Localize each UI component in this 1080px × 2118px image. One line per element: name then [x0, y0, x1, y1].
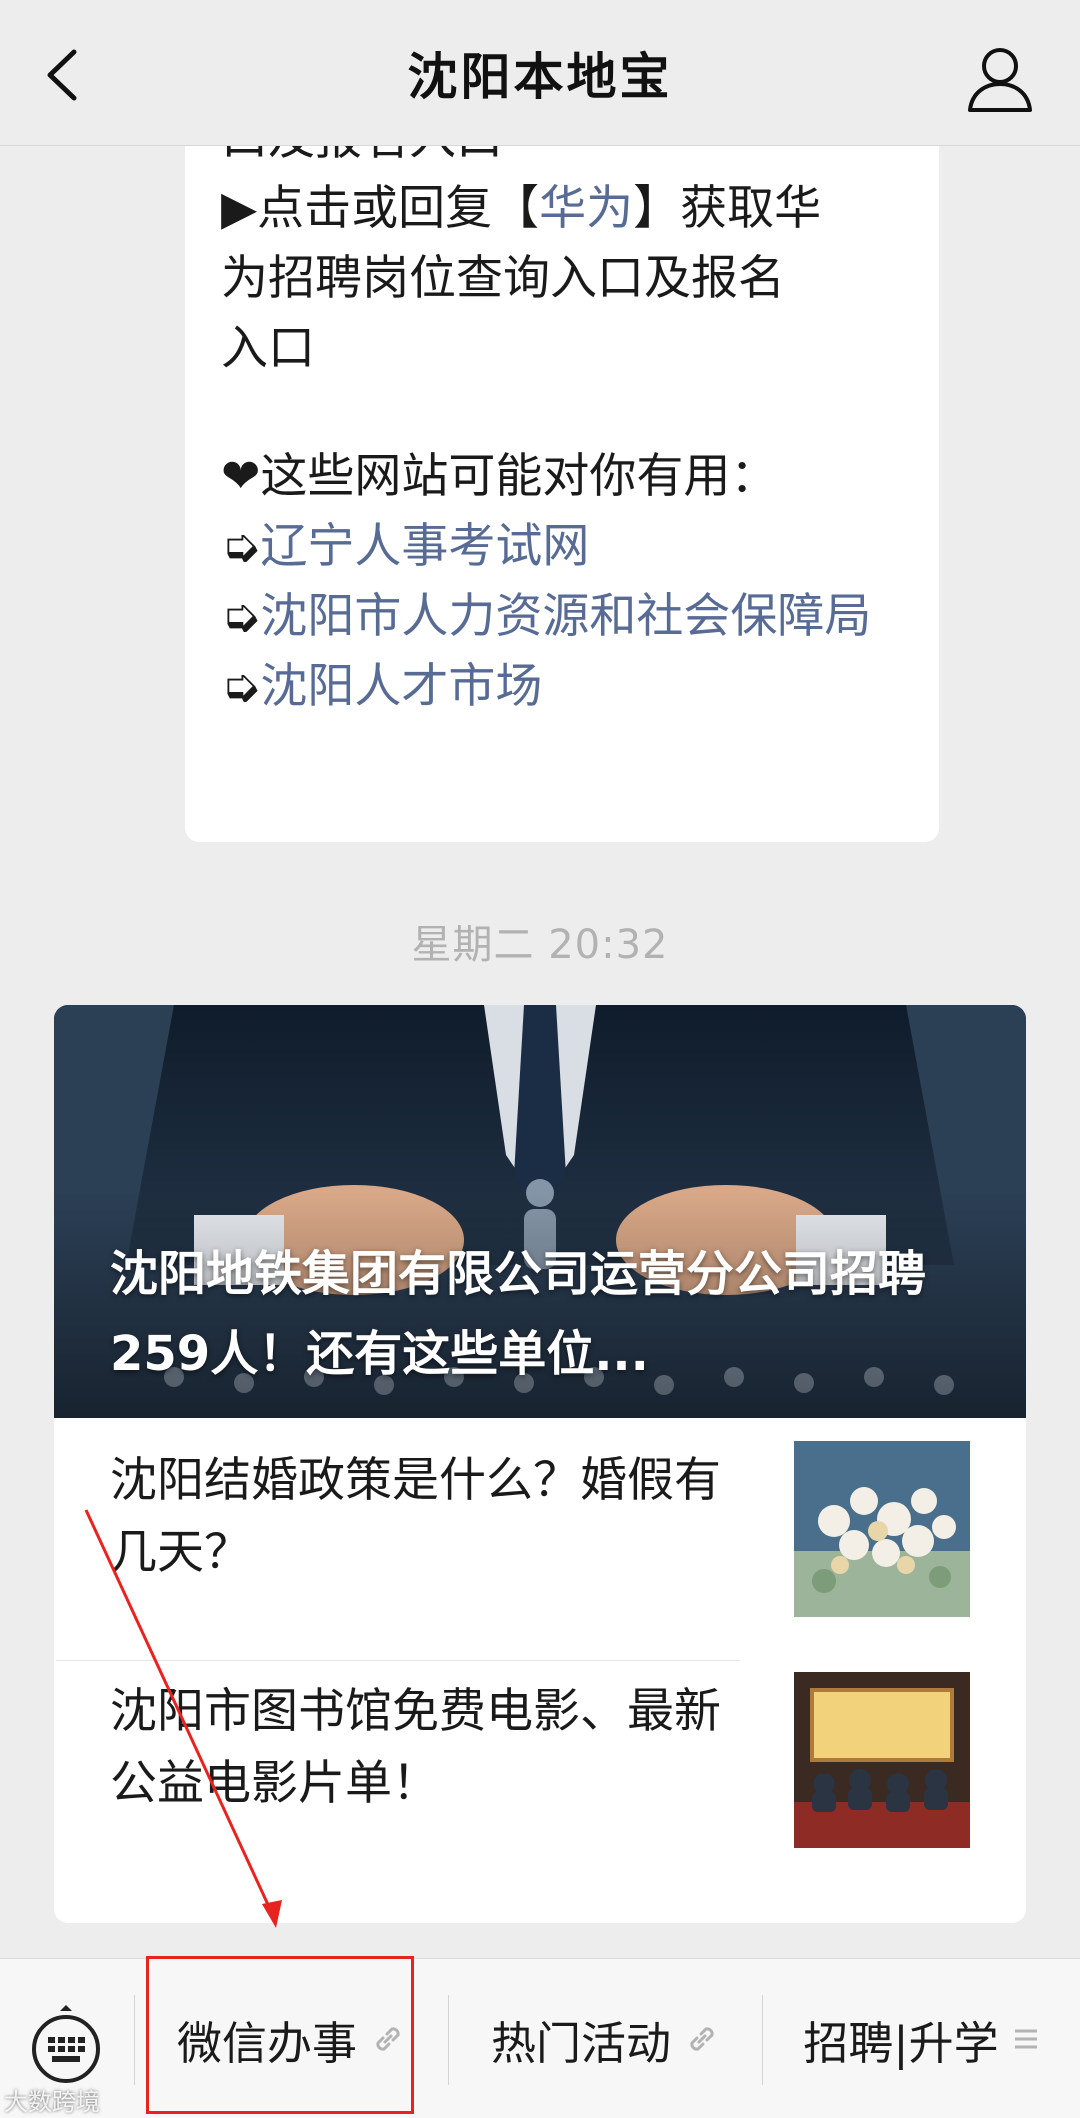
- useful-sites-heading: ❤这些网站可能对你有用：: [221, 449, 778, 504]
- site-link-row[interactable]: ➭辽宁人事考试网: [221, 512, 903, 582]
- cinema-image: [794, 1672, 970, 1848]
- chevron-left-icon: [47, 49, 77, 101]
- article-cover-title[interactable]: 沈阳地铁集团有限公司运营分公司招聘259人！还有这些单位...: [110, 1234, 970, 1394]
- article-list-item[interactable]: 沈阳市图书馆免费电影、最新公益电影片单！: [110, 1654, 970, 1884]
- article-item-title[interactable]: 沈阳结婚政策是什么？婚假有几天？: [110, 1445, 750, 1589]
- link-icon: [690, 2027, 714, 2051]
- message-text-line: 入口: [221, 321, 315, 376]
- site-link[interactable]: 沈阳人才市场: [260, 659, 542, 714]
- top-nav-bar: 沈阳本地宝: [0, 0, 1080, 146]
- arrow-icon: ➭: [221, 519, 261, 574]
- menu-item-label: 招聘|升学: [803, 2016, 999, 2070]
- article-item-title[interactable]: 沈阳市图书馆免费电影、最新公益电影片单！: [110, 1676, 750, 1820]
- message-timestamp: 星期二 20:32: [411, 922, 669, 968]
- chat-page: 沈阳本地宝 口及报名入口 ▶点击或回复【华为】获取华 为招聘岗位查询入口及报名 …: [0, 0, 1080, 2118]
- menu-item-recruitment[interactable]: 招聘|升学: [762, 1959, 1080, 2118]
- article-cover[interactable]: 沈阳地铁集团有限公司运营分公司招聘259人！还有这些单位...: [54, 1005, 1026, 1418]
- back-button[interactable]: [36, 40, 96, 110]
- keyboard-icon: [32, 2005, 100, 2083]
- watermark: 大数跨境: [4, 2088, 100, 2116]
- site-link[interactable]: 辽宁人事考试网: [260, 519, 589, 574]
- message-text-line: 口及报名入口: [221, 146, 903, 174]
- message-text-line: ▶点击或回复【华为】获取华: [221, 181, 822, 236]
- annotation-highlight-box: [146, 1956, 414, 2114]
- person-icon: [968, 48, 1032, 112]
- huawei-link[interactable]: 华为: [539, 181, 633, 236]
- article-card[interactable]: 沈阳地铁集团有限公司运营分公司招聘259人！还有这些单位... 沈阳结婚政策是什…: [54, 1005, 1026, 1923]
- menu-item-hot-events[interactable]: 热门活动: [448, 1959, 762, 2118]
- arrow-icon: ➭: [221, 589, 261, 644]
- site-link-row[interactable]: ➭沈阳市人力资源和社会保障局: [221, 582, 903, 652]
- article-divider: [56, 1660, 740, 1661]
- page-title: 沈阳本地宝: [407, 47, 673, 106]
- message-text-line: 为招聘岗位查询入口及报名: [221, 251, 785, 306]
- site-link[interactable]: 沈阳市人力资源和社会保障局: [260, 589, 871, 644]
- article-list-item[interactable]: 沈阳结婚政策是什么？婚假有几天？: [110, 1423, 970, 1653]
- menu-item-label: 热门活动: [490, 2016, 671, 2070]
- keyboard-toggle-button[interactable]: [24, 2005, 108, 2089]
- message-bubble: 口及报名入口 ▶点击或回复【华为】获取华 为招聘岗位查询入口及报名 入口 ❤这些…: [185, 146, 939, 842]
- flowers-image: [794, 1441, 970, 1617]
- profile-button[interactable]: [960, 40, 1040, 120]
- site-link-row[interactable]: ➭沈阳人才市场: [221, 652, 903, 722]
- arrow-icon: ➭: [221, 659, 261, 714]
- menu-icon: [1014, 2029, 1037, 2049]
